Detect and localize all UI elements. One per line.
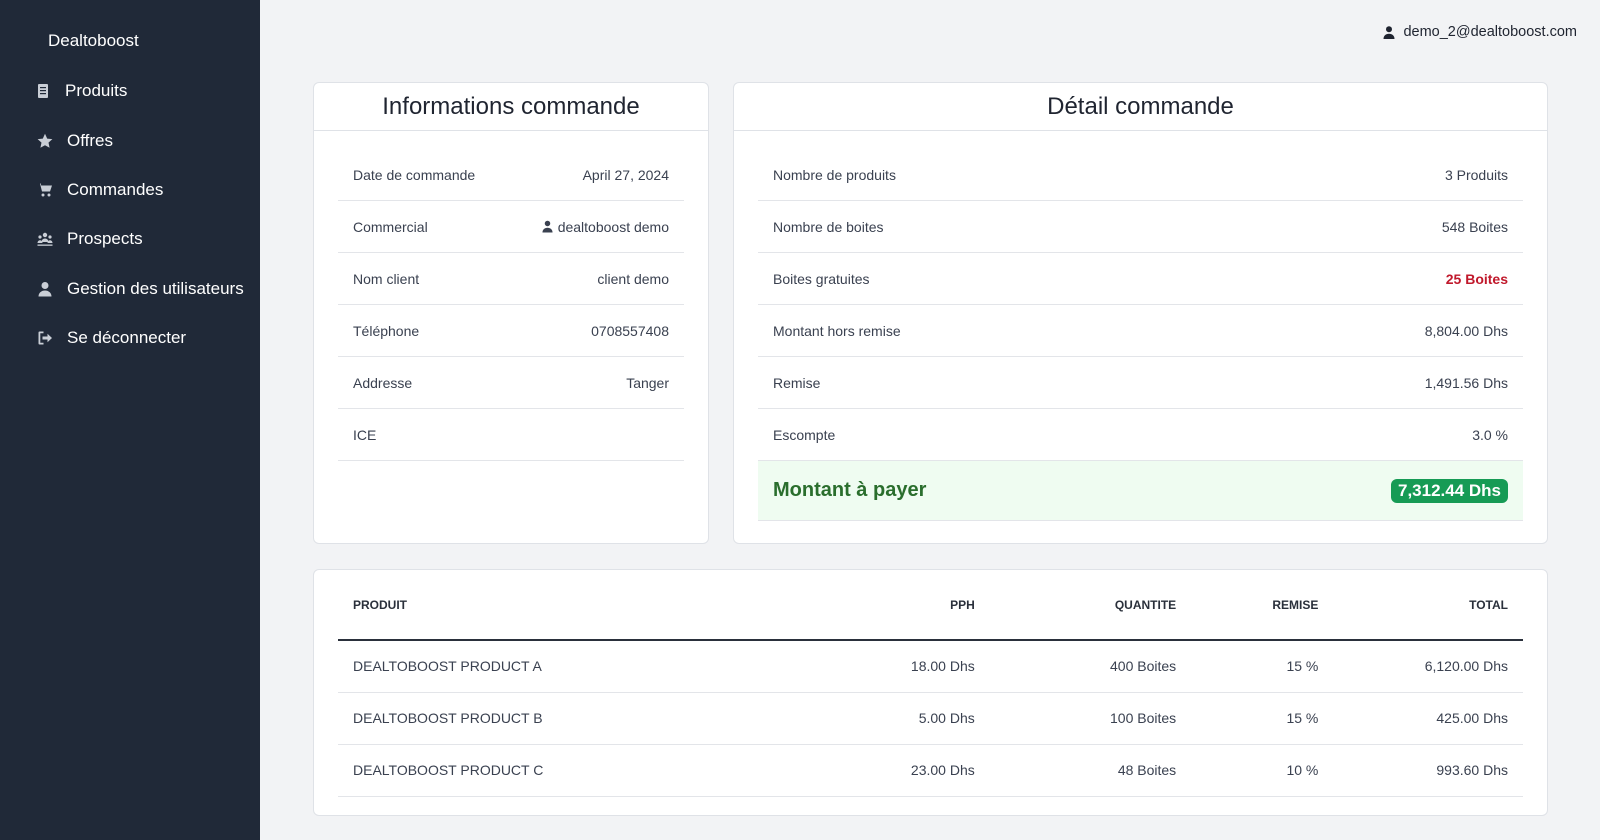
products-table: PRODUIT PPH QUANTITE REMISE TOTAL DEALTO… — [338, 570, 1523, 797]
nav-item-offres[interactable]: Offres — [36, 125, 113, 157]
detail-value: 1,491.56 Dhs — [1424, 374, 1508, 391]
product-pph: 5.00 Dhs — [847, 692, 990, 745]
order-detail-title: Détail commande — [734, 83, 1547, 131]
user-icon — [1383, 25, 1395, 39]
product-name: DEALTOBOOST PRODUCT C — [338, 744, 848, 797]
detail-label: Nombre de boites — [773, 218, 884, 235]
info-value: client demo — [597, 270, 669, 287]
table-row: DEALTOBOOST PRODUCT B 5.00 Dhs 100 Boite… — [338, 692, 1523, 745]
detail-row-discount: Remise 1,491.56 Dhs — [758, 357, 1523, 409]
nav-item-prospects[interactable]: Prospects — [36, 223, 143, 255]
product-discount: 15 % — [1191, 640, 1334, 693]
info-label: Téléphone — [353, 322, 420, 339]
column-header-total: TOTAL — [1333, 570, 1523, 641]
order-info-title: Informations commande — [314, 83, 708, 131]
product-total: 6,120.00 Dhs — [1333, 640, 1523, 693]
order-detail-list: Nombre de produits 3 Produits Nombre de … — [758, 149, 1523, 521]
info-value-commercial: dealtoboost demo — [542, 219, 669, 235]
document-icon — [34, 82, 52, 100]
info-value: Tanger — [626, 374, 669, 391]
info-row-commercial: Commercial dealtoboost demo — [338, 201, 684, 253]
detail-label: Montant hors remise — [773, 322, 901, 339]
nav-item-gestion-utilisateurs[interactable]: Gestion des utilisateurs — [36, 273, 244, 305]
sidebar: Dealtoboost Produits Offres Commandes Pr… — [0, 0, 260, 840]
table-header-row: PRODUIT PPH QUANTITE REMISE TOTAL — [338, 570, 1523, 641]
product-discount: 15 % — [1191, 692, 1334, 745]
info-label: Commercial — [353, 218, 428, 235]
nav-label-produits: Produits — [65, 81, 128, 100]
info-label: Date de commande — [353, 166, 476, 183]
user-email: demo_2@dealtoboost.com — [1403, 24, 1577, 40]
product-total: 425.00 Dhs — [1333, 692, 1523, 745]
column-header-quantite: QUANTITE — [989, 570, 1192, 641]
info-label: Nom client — [353, 270, 420, 287]
commercial-name: dealtoboost demo — [557, 218, 669, 235]
detail-label: Escompte — [773, 426, 836, 443]
product-quantity: 100 Boites — [989, 692, 1192, 745]
detail-value: 8,804.00 Dhs — [1424, 322, 1508, 339]
product-pph: 23.00 Dhs — [847, 744, 990, 797]
nav-label-prospects: Prospects — [67, 229, 143, 248]
detail-row-escompte: Escompte 3.0 % — [758, 409, 1523, 461]
info-row-ice: ICE — [338, 409, 684, 461]
product-quantity: 48 Boites — [989, 744, 1192, 797]
nav-item-produits[interactable]: Produits — [34, 75, 127, 107]
nav-label-gestion-utilisateurs: Gestion des utilisateurs — [67, 279, 244, 298]
info-label: Addresse — [353, 374, 413, 391]
nav-item-logout[interactable]: Se déconnecter — [36, 322, 186, 354]
user-icon — [542, 220, 553, 233]
order-detail-card: Détail commande Nombre de produits 3 Pro… — [733, 82, 1548, 544]
product-name: DEALTOBOOST PRODUCT B — [338, 692, 848, 745]
detail-row-products: Nombre de produits 3 Produits — [758, 149, 1523, 201]
info-label: ICE — [353, 426, 377, 443]
detail-label: Remise — [773, 374, 821, 391]
detail-value: 3.0 % — [1472, 426, 1508, 443]
nav-item-commandes[interactable]: Commandes — [36, 174, 163, 206]
nav-label-logout: Se déconnecter — [67, 328, 187, 347]
column-header-remise: REMISE — [1191, 570, 1334, 641]
info-row-telephone: Téléphone 0708557408 — [338, 305, 684, 357]
detail-row-free-boxes: Boites gratuites 25 Boites — [758, 253, 1523, 305]
detail-label: Boites gratuites — [773, 270, 870, 287]
product-quantity: 400 Boites — [989, 640, 1192, 693]
column-header-pph: PPH — [847, 570, 990, 641]
table-row: DEALTOBOOST PRODUCT A 18.00 Dhs 400 Boit… — [338, 640, 1523, 693]
amount-to-pay-badge: 7,312.44 Dhs — [1390, 478, 1508, 503]
column-header-produit: PRODUIT — [338, 570, 848, 641]
nav-label-offres: Offres — [67, 131, 113, 150]
amount-to-pay-label: Montant à payer — [773, 479, 927, 501]
user-menu[interactable]: demo_2@dealtoboost.com — [1383, 24, 1577, 40]
cart-icon — [36, 181, 54, 199]
detail-row-amount: Montant hors remise 8,804.00 Dhs — [758, 305, 1523, 357]
table-row: DEALTOBOOST PRODUCT C 23.00 Dhs 48 Boite… — [338, 744, 1523, 797]
users-icon — [36, 230, 54, 248]
product-total: 993.60 Dhs — [1333, 744, 1523, 797]
info-value: April 27, 2024 — [582, 166, 669, 183]
product-pph: 18.00 Dhs — [847, 640, 990, 693]
product-discount: 10 % — [1191, 744, 1334, 797]
products-table-card: PRODUIT PPH QUANTITE REMISE TOTAL DEALTO… — [313, 569, 1548, 816]
detail-value: 3 Produits — [1444, 166, 1508, 183]
info-row-address: Addresse Tanger — [338, 357, 684, 409]
info-value: 0708557408 — [591, 322, 669, 339]
free-boxes-value: 25 Boites — [1445, 270, 1508, 287]
brand-name[interactable]: Dealtoboost — [48, 31, 139, 51]
product-name: DEALTOBOOST PRODUCT A — [338, 640, 848, 693]
detail-value: 548 Boites — [1441, 218, 1508, 235]
order-info-list: Date de commande April 27, 2024 Commerci… — [338, 149, 684, 461]
star-icon — [36, 132, 54, 150]
amount-to-pay-row: Montant à payer 7,312.44 Dhs — [758, 461, 1523, 521]
user-icon — [36, 280, 54, 298]
info-row-date: Date de commande April 27, 2024 — [338, 149, 684, 201]
logout-icon — [36, 329, 54, 347]
info-row-client: Nom client client demo — [338, 253, 684, 305]
detail-label: Nombre de produits — [773, 166, 896, 183]
nav-label-commandes: Commandes — [67, 180, 164, 199]
order-info-card: Informations commande Date de commande A… — [313, 82, 709, 544]
detail-row-boxes: Nombre de boites 548 Boites — [758, 201, 1523, 253]
